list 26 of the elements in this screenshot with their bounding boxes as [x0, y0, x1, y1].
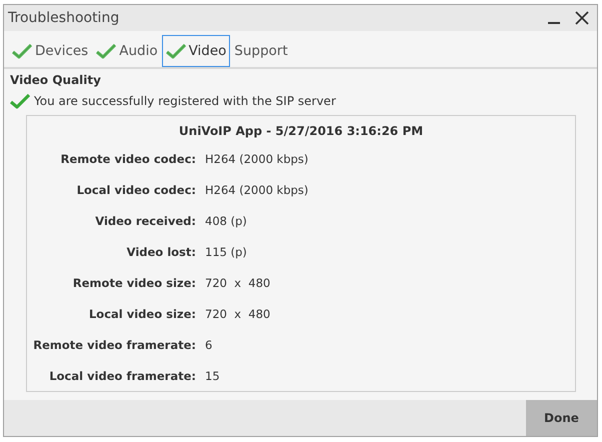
field-value: 6	[205, 338, 214, 352]
tab[interactable]: Audio	[92, 35, 162, 67]
field-label: Remote video framerate:	[32, 338, 196, 352]
field-label: Video received:	[94, 214, 196, 228]
field-label: Local video size:	[88, 307, 196, 321]
field-value: H264 (2000 kbps)	[205, 152, 310, 166]
status-message: You are successfully registered with the SIP server	[34, 94, 336, 108]
field-value: 720 x 480	[205, 276, 272, 290]
field-label: Local video framerate:	[48, 369, 196, 383]
field-value: 15	[205, 369, 221, 383]
field-value: H264 (2000 kbps)	[205, 183, 310, 197]
field-value: 720 x 480	[205, 307, 272, 321]
window-title: Troubleshooting	[8, 10, 120, 26]
field-label: Local video codec:	[76, 183, 196, 197]
section-title: Video Quality	[10, 73, 102, 87]
field-value: 408 (p)	[205, 214, 248, 228]
field-label: Remote video size:	[72, 276, 196, 290]
done-button[interactable]: Done	[526, 400, 597, 436]
field-label: Remote video codec:	[60, 152, 196, 166]
report-heading: UniVoIP App - 5/27/2016 3:16:26 PM	[178, 124, 424, 138]
close-icon[interactable]	[575, 11, 589, 25]
field-value: 115 (p)	[205, 245, 248, 259]
tab[interactable]: Devices	[8, 35, 92, 67]
field-label: Video lost:	[126, 245, 196, 259]
tab[interactable]: Support	[230, 35, 292, 67]
tab[interactable]: Video	[162, 35, 230, 67]
